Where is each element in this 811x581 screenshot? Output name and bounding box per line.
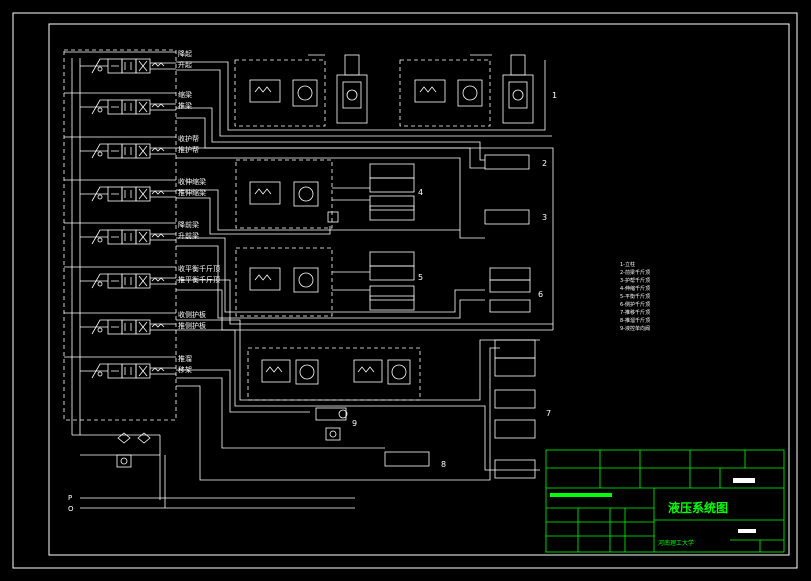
lower-control-group [247, 347, 421, 441]
legend-item: 9-液控单向阀 [620, 325, 650, 332]
valve-label-lower: 推梁 [178, 101, 192, 110]
callout-number: 3 [542, 213, 547, 222]
valve-label-upper: 收平衡千斤顶 [178, 264, 220, 273]
control-valve-row [64, 312, 176, 335]
extension-cylinder-group [235, 159, 415, 229]
callout-number: 8 [441, 460, 446, 469]
valve-label-upper: 推溜 [178, 354, 192, 363]
legend-item: 1-立柱 [620, 261, 635, 268]
valve-label-upper: 缩梁 [178, 90, 192, 99]
valve-label-lower: 移架 [178, 365, 192, 374]
valve-label-lower: 推平衡千斤顶 [178, 275, 220, 284]
valve-label-lower: 升前梁 [178, 231, 199, 240]
title-block-fill-bar [550, 493, 612, 497]
school-name: 河南理工大学 [658, 539, 694, 547]
control-valve-row [64, 356, 176, 379]
legend-item: 2-前梁千斤顶 [620, 269, 650, 276]
control-valve-row [64, 266, 176, 289]
callout-number: 9 [352, 419, 357, 428]
callout-number: 2 [542, 159, 547, 168]
legend-item: 7-推移千斤顶 [620, 309, 650, 316]
hydraulic-system-drawing: 降起升起缩梁推梁收护帮推护帮收伸缩梁推伸缩梁降前梁升前梁收平衡千斤顶推平衡千斤顶… [12, 12, 798, 569]
control-valve-row [64, 136, 176, 159]
callout-number: 7 [546, 409, 551, 418]
control-valve-row [64, 179, 176, 202]
valve-label-lower: 升起 [178, 60, 192, 69]
port-label-p: P [68, 494, 72, 502]
control-valve-row [64, 92, 176, 115]
valve-label-upper: 收护帮 [178, 134, 199, 143]
callout-number: 4 [418, 188, 423, 197]
title-block [545, 449, 785, 553]
outer-frame [12, 12, 798, 569]
valve-label-lower: 推伸缩梁 [178, 188, 206, 197]
callout-number: 1 [552, 91, 557, 100]
legend-item: 3-护帮千斤顶 [620, 277, 650, 284]
component-legend: 1-立柱2-前梁千斤顶3-护帮千斤顶4-伸缩千斤顶5-平衡千斤顶6-侧护千斤顶7… [620, 261, 650, 332]
title-block-value-box-2 [738, 529, 756, 533]
port-label-o: O [68, 505, 74, 513]
control-valve-row [64, 222, 176, 245]
drawing-title: 液压系统图 [668, 500, 728, 515]
callout-number: 6 [538, 290, 543, 299]
title-block-value-box [733, 478, 755, 483]
legend-item: 8-推溜千斤顶 [620, 317, 650, 324]
column-cylinder-group [234, 54, 534, 127]
control-valve-row [64, 51, 176, 74]
valve-bank: 降起升起缩梁推梁收护帮推护帮收伸缩梁推伸缩梁降前梁升前梁收平衡千斤顶推平衡千斤顶… [64, 49, 220, 379]
valve-label-lower: 推侧护板 [178, 321, 206, 330]
valve-label-lower: 推护帮 [178, 145, 199, 154]
callout-number: 5 [418, 273, 423, 282]
legend-item: 5-平衡千斤顶 [620, 293, 650, 300]
valve-label-upper: 收侧护板 [178, 310, 206, 319]
legend-item: 4-伸缩千斤顶 [620, 285, 650, 292]
valve-label-upper: 降起 [178, 49, 192, 58]
valve-label-upper: 收伸缩梁 [178, 177, 206, 186]
valve-label-upper: 降前梁 [178, 220, 199, 229]
legend-item: 6-侧护千斤顶 [620, 301, 650, 308]
supply-line-filter [116, 432, 151, 468]
balance-cylinder-group [235, 247, 415, 317]
